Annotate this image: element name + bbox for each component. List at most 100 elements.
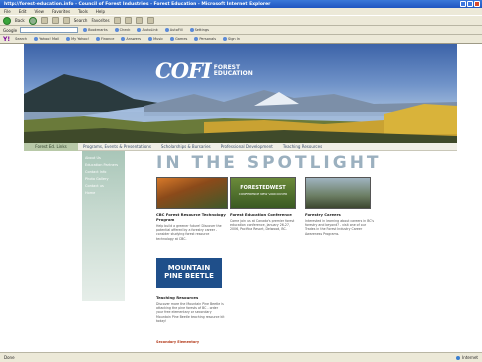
nav-teaching-resources[interactable]: Teaching Resources [278, 144, 327, 149]
logo-line-education: EDUCATION [213, 69, 253, 77]
teaching-resources-body: Discover more the Mountain Pine Beetle i… [156, 302, 225, 323]
settings-icon [189, 28, 194, 32]
column-body: Come join us at Canada's premier forest … [230, 219, 295, 232]
google-autofill[interactable]: AutoFill [163, 28, 185, 33]
edit-icon[interactable] [146, 17, 154, 24]
mountain-pine-beetle-banner[interactable]: MOUNTAIN PINE BEETLE [156, 258, 222, 288]
zone-label: Internet [462, 355, 478, 360]
yahoo-logo[interactable]: Y! [3, 36, 10, 43]
finance-icon [95, 37, 100, 41]
mail-icon[interactable] [124, 17, 132, 24]
forested-west-title: FORESTEDWEST [240, 185, 286, 191]
sidebar-item-contact-info[interactable]: Contact Info [85, 170, 122, 174]
history-icon[interactable] [113, 17, 121, 24]
autofill-icon [164, 28, 169, 32]
sidebar-item-about-us[interactable]: About Us [85, 156, 122, 160]
google-search-input[interactable] [20, 27, 79, 33]
sidebar-item-contact-us[interactable]: Contact us [85, 184, 122, 188]
window-title: http://forest-education.info - Council o… [4, 1, 271, 7]
yahoo-mail-chip[interactable]: Yahoo! Mail [32, 37, 61, 42]
security-zone: Internet [456, 355, 478, 360]
sidebar: About Us Education Partners Contact Info… [82, 151, 125, 301]
sidebar-item-education-partners[interactable]: Education Partners [85, 163, 122, 167]
forward-arrow-icon[interactable] [28, 16, 37, 25]
games-chip[interactable]: Games [168, 37, 189, 42]
menu-help[interactable]: Help [96, 9, 105, 14]
teaching-resources-title[interactable]: Teaching Resources [156, 295, 226, 300]
google-bookmarks[interactable]: Bookmarks [81, 28, 110, 33]
google-label: Google [3, 27, 18, 33]
personals-chip[interactable]: Personals [192, 37, 218, 42]
menu-edit[interactable]: Edit [19, 9, 27, 14]
menu-favorites[interactable]: Favorites [52, 9, 70, 14]
nav-scholarships[interactable]: Scholarships & Bursaries [156, 144, 216, 149]
sign-in-icon [223, 37, 228, 41]
music-icon [148, 37, 153, 41]
back-arrow-icon[interactable] [3, 16, 11, 25]
maximize-button[interactable] [467, 1, 473, 7]
yahoo-toolbar: Y! Search Yahoo! Mail My Yahoo! Finance … [0, 35, 482, 44]
cbc-program-photo[interactable] [156, 177, 228, 209]
forested-west-subtitle: CONFERENCE NEW VANCOUVER [238, 192, 288, 196]
music-chip[interactable]: Music [146, 37, 165, 42]
spotlight-heading: IN THE SPOTLIGHT [156, 153, 382, 173]
refresh-icon[interactable] [51, 17, 59, 24]
secondary-elementary-links[interactable]: Secondary Elementary [156, 340, 199, 344]
favorites-button[interactable]: Favorites [91, 18, 109, 23]
column-title[interactable]: Forestry Careers [305, 212, 375, 217]
spotlight-column-cbc: CBC Forest Resource Technology Program H… [156, 212, 226, 241]
search-button[interactable]: Search [74, 18, 88, 23]
browser-viewport[interactable]: COFI FOREST EDUCATION Forest Ed. Links P… [0, 44, 482, 352]
menu-view[interactable]: View [34, 9, 44, 14]
back-label[interactable]: Back [15, 18, 25, 23]
answers-chip[interactable]: Answers [119, 37, 143, 42]
google-autolink[interactable]: AutoLink [135, 28, 159, 33]
site-logo[interactable]: COFI FOREST EDUCATION [155, 58, 253, 83]
check-icon [114, 28, 119, 32]
teaching-resources-block: Teaching Resources Discover more the Mou… [156, 295, 226, 323]
mpb-line1: MOUNTAIN [167, 264, 211, 272]
mail-icon [34, 37, 39, 41]
sidebar-item-photo-gallery[interactable]: Photo Gallery [85, 177, 122, 181]
my-yahoo-chip[interactable]: My Yahoo! [64, 37, 91, 42]
bookmark-icon [83, 28, 88, 32]
site-nav: Forest Ed. Links Programs, Events & Pres… [24, 142, 457, 151]
web-page: COFI FOREST EDUCATION Forest Ed. Links P… [24, 44, 457, 352]
spotlight-column-careers: Forestry Careers Interested in learning … [305, 212, 375, 236]
nav-programs[interactable]: Programs, Events & Presentations [78, 144, 156, 149]
nav-forest-ed-links[interactable]: Forest Ed. Links [24, 142, 78, 151]
cofi-logo-mark: COFI [155, 58, 212, 83]
main-toolbar: Back Search Favorites [0, 15, 482, 26]
column-title[interactable]: CBC Forest Resource Technology Program [156, 212, 226, 222]
forestry-careers-photo[interactable] [305, 177, 371, 209]
print-icon[interactable] [135, 17, 143, 24]
menu-tools[interactable]: Tools [78, 9, 88, 14]
site-banner: COFI FOREST EDUCATION [24, 44, 457, 143]
nav-professional-development[interactable]: Professional Development [216, 144, 278, 149]
sidebar-item-home[interactable]: Home [85, 191, 122, 195]
globe-icon [456, 355, 461, 360]
column-body: Help build a greener future! Discover th… [156, 224, 222, 241]
minimize-button[interactable] [460, 1, 466, 7]
finance-chip[interactable]: Finance [94, 37, 116, 42]
google-settings[interactable]: Settings [188, 28, 211, 33]
menu-bar: File Edit View Favorites Tools Help [0, 8, 482, 15]
yahoo-search-button[interactable]: Search [13, 37, 29, 42]
forested-west-photo[interactable]: FORESTEDWEST CONFERENCE NEW VANCOUVER [230, 177, 296, 209]
yahoo-icon [66, 37, 71, 41]
personals-icon [194, 37, 199, 41]
column-title[interactable]: Forest Education Conference [230, 212, 300, 217]
spotlight-column-conference: Forest Education Conference Come join us… [230, 212, 300, 232]
games-icon [170, 37, 175, 41]
home-icon[interactable] [62, 17, 70, 24]
close-button[interactable] [474, 1, 480, 7]
window-titlebar: http://forest-education.info - Council o… [0, 0, 482, 8]
sign-in-chip[interactable]: Sign In [221, 37, 242, 42]
menu-file[interactable]: File [4, 9, 11, 14]
google-check[interactable]: Check [113, 28, 133, 33]
stop-icon[interactable] [40, 17, 48, 24]
column-body: Interested in learning about careers in … [305, 219, 375, 236]
google-toolbar: Google Bookmarks Check AutoLink AutoFill… [0, 26, 482, 35]
logo-text: FOREST EDUCATION [213, 64, 253, 77]
status-text: Done [4, 355, 15, 360]
